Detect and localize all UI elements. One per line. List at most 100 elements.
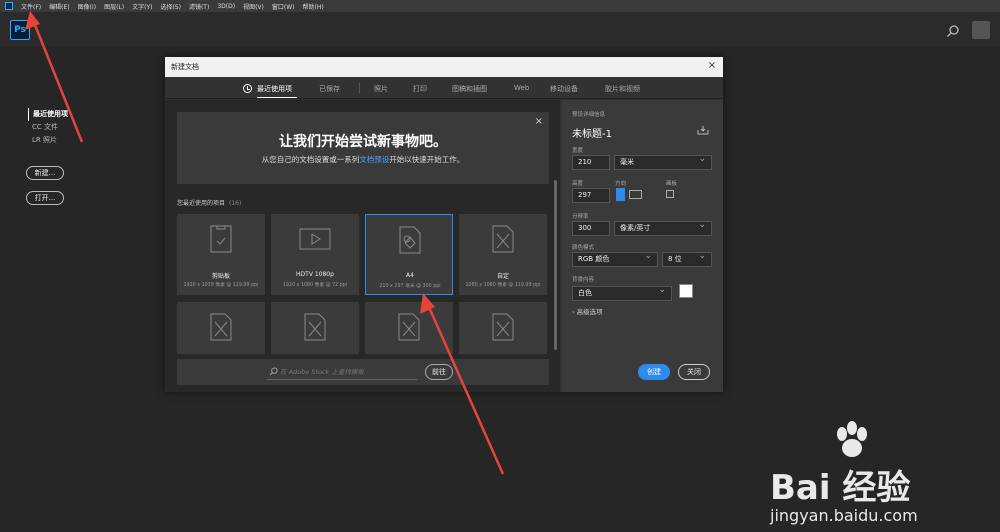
- custom-doc-icon: [492, 313, 514, 341]
- clock-icon: [243, 84, 252, 93]
- menu-view[interactable]: 视图(V): [243, 2, 264, 11]
- preset-name: 自定: [496, 273, 509, 280]
- banner-title: 让我们开始尝试新事物吧。: [279, 134, 447, 150]
- preset-card-custom[interactable]: 自定 1080 x 1080 像素 @ 119.99 ppi: [459, 214, 547, 295]
- welcome-banner: 让我们开始尝试新事物吧。 从您自己的文档设置或一系列文档预设开始以快速开始工作。…: [177, 112, 549, 184]
- presets-pane: 让我们开始尝试新事物吧。 从您自己的文档设置或一系列文档预设开始以快速开始工作。…: [165, 100, 560, 392]
- preset-details-label: 预设详细信息: [572, 112, 606, 118]
- preset-card[interactable]: [459, 302, 547, 354]
- sidebar-item-recent[interactable]: 最近使用项: [28, 108, 68, 121]
- watermark-brand: Bai 经验: [770, 468, 911, 508]
- open-button[interactable]: 打开...: [26, 191, 64, 205]
- background-color-swatch[interactable]: [679, 284, 693, 298]
- ps-app-icon: [5, 2, 13, 10]
- tab-art-illustration[interactable]: 图稿和插图: [452, 84, 487, 94]
- document-name-field[interactable]: 未标题-1: [572, 125, 612, 140]
- go-button[interactable]: 前往: [425, 364, 453, 380]
- menu-select[interactable]: 选择(S): [160, 2, 181, 11]
- artboard-checkbox[interactable]: [666, 190, 674, 198]
- color-mode-label: 颜色模式: [572, 245, 595, 251]
- advanced-options-toggle[interactable]: › 高级选项: [572, 306, 603, 316]
- background-label: 背景内容: [572, 277, 595, 283]
- orientation-label: 方向: [615, 181, 627, 187]
- menu-edit[interactable]: 编辑(E): [49, 2, 69, 11]
- stock-search-bar: 在 Adobe Stock 上查找模板 前往: [177, 359, 549, 385]
- tab-print[interactable]: 打印: [413, 84, 427, 94]
- height-input[interactable]: 297: [572, 188, 610, 203]
- artboard-label: 画板: [666, 181, 678, 187]
- menu-filter[interactable]: 滤镜(T): [189, 2, 209, 11]
- preset-card[interactable]: [177, 302, 265, 354]
- preset-card[interactable]: [365, 302, 453, 354]
- preset-size: 1920 x 1039 像素 @ 119.99 ppi: [183, 283, 259, 288]
- banner-subtitle: 从您自己的文档设置或一系列文档预设开始以快速开始工作。: [177, 154, 549, 165]
- menu-3d[interactable]: 3D(D): [217, 3, 235, 10]
- bit-depth-select[interactable]: 8 位: [662, 250, 712, 267]
- background-select[interactable]: 白色: [572, 284, 672, 301]
- preset-size: 1920 x 1080 像素 @ 72 ppi: [282, 283, 348, 288]
- preset-card-hdtv[interactable]: HDTV 1080p 1920 x 1080 像素 @ 72 ppi: [271, 214, 359, 295]
- preset-card-a4[interactable]: A4 210 x 297 毫米 @ 300 ppi: [365, 214, 453, 295]
- preset-card[interactable]: [271, 302, 359, 354]
- menu-bar: 文件(F) 编辑(E) 图像(I) 图层(L) 文字(Y) 选择(S) 滤镜(T…: [0, 0, 1000, 12]
- color-mode-select[interactable]: RGB 颜色: [572, 250, 658, 267]
- search-icon[interactable]: [946, 24, 960, 38]
- banner-close-icon[interactable]: ×: [535, 116, 543, 127]
- resolution-input[interactable]: 300: [572, 221, 610, 236]
- dialog-close-icon[interactable]: ×: [707, 61, 717, 71]
- tab-mobile[interactable]: 移动设备: [550, 84, 578, 94]
- tab-saved[interactable]: 已保存: [319, 84, 340, 94]
- menu-help[interactable]: 帮助(H): [303, 2, 324, 11]
- app-header: Ps: [0, 12, 1000, 46]
- clipboard-doc-icon: [210, 225, 232, 253]
- tab-film-video[interactable]: 胶片和视频: [605, 84, 640, 94]
- save-preset-icon[interactable]: [697, 125, 709, 135]
- preset-details-pane: 预设详细信息 未标题-1 宽度 210 毫米 高度 297 方向 画板 分辨率 …: [562, 100, 723, 392]
- preset-name: A4: [406, 272, 414, 279]
- new-button[interactable]: 新建...: [26, 166, 64, 180]
- tab-divider: [359, 83, 360, 93]
- width-unit-select[interactable]: 毫米: [614, 153, 712, 170]
- workspace-switcher-button[interactable]: [972, 21, 990, 39]
- recent-items-text: 您最近使用的项目: [177, 200, 226, 207]
- stock-input-underline: [267, 379, 417, 380]
- presets-scrollbar[interactable]: [554, 180, 557, 350]
- custom-doc-icon: [492, 225, 514, 253]
- dialog-title: 新建文档: [165, 57, 723, 77]
- stock-search-input[interactable]: 在 Adobe Stock 上查找模板: [280, 366, 364, 376]
- sidebar-item-lr-photos[interactable]: LR 照片: [28, 134, 68, 147]
- document-presets-link[interactable]: 文档预设: [359, 155, 389, 164]
- menu-file[interactable]: 文件(F): [21, 2, 41, 11]
- resolution-unit-select[interactable]: 像素/英寸: [614, 219, 712, 236]
- custom-doc-icon: [304, 313, 326, 341]
- close-button[interactable]: 关闭: [678, 364, 710, 380]
- width-input[interactable]: 210: [572, 155, 610, 170]
- preset-size: 1080 x 1080 像素 @ 119.99 ppi: [465, 283, 541, 288]
- advanced-options-label: 高级选项: [576, 308, 603, 316]
- menu-window[interactable]: 窗口(W): [272, 2, 295, 11]
- watermark-url: jingyan.baidu.com: [770, 506, 918, 525]
- print-doc-icon: [399, 226, 421, 254]
- sidebar-item-cc-files[interactable]: CC 文件: [28, 121, 68, 134]
- search-icon: [269, 367, 278, 376]
- menu-image[interactable]: 图像(I): [78, 2, 96, 11]
- paw-logo-icon: [837, 421, 867, 457]
- banner-sub-before: 从您自己的文档设置或一系列: [261, 155, 360, 164]
- tab-photo[interactable]: 照片: [374, 84, 388, 94]
- height-label: 高度: [572, 181, 584, 187]
- menu-type[interactable]: 文字(Y): [132, 2, 152, 11]
- preset-size: 210 x 297 毫米 @ 300 ppi: [379, 284, 441, 289]
- preset-tabs: 最近使用项 已保存 照片 打印 图稿和插图 Web 移动设备 胶片和视频: [165, 77, 723, 99]
- recent-items-label: 您最近使用的项目 (16): [177, 198, 241, 207]
- start-sidebar: 最近使用项 CC 文件 LR 照片: [28, 108, 68, 147]
- tab-recent[interactable]: 最近使用项: [257, 84, 292, 94]
- new-document-dialog: 新建文档 × 最近使用项 已保存 照片 打印 图稿和插图 Web 移动设备 胶片…: [165, 57, 723, 392]
- menu-layer[interactable]: 图层(L): [104, 2, 124, 11]
- landscape-orientation-icon[interactable]: [629, 190, 642, 199]
- portrait-orientation-icon[interactable]: [616, 188, 625, 201]
- tab-web[interactable]: Web: [514, 84, 529, 92]
- baidu-watermark: Bai 经验 jingyan.baidu.com: [770, 420, 990, 530]
- resolution-label: 分辨率: [572, 214, 589, 220]
- create-button[interactable]: 创建: [638, 364, 670, 380]
- preset-card-clipboard[interactable]: 剪贴板 1920 x 1039 像素 @ 119.99 ppi: [177, 214, 265, 295]
